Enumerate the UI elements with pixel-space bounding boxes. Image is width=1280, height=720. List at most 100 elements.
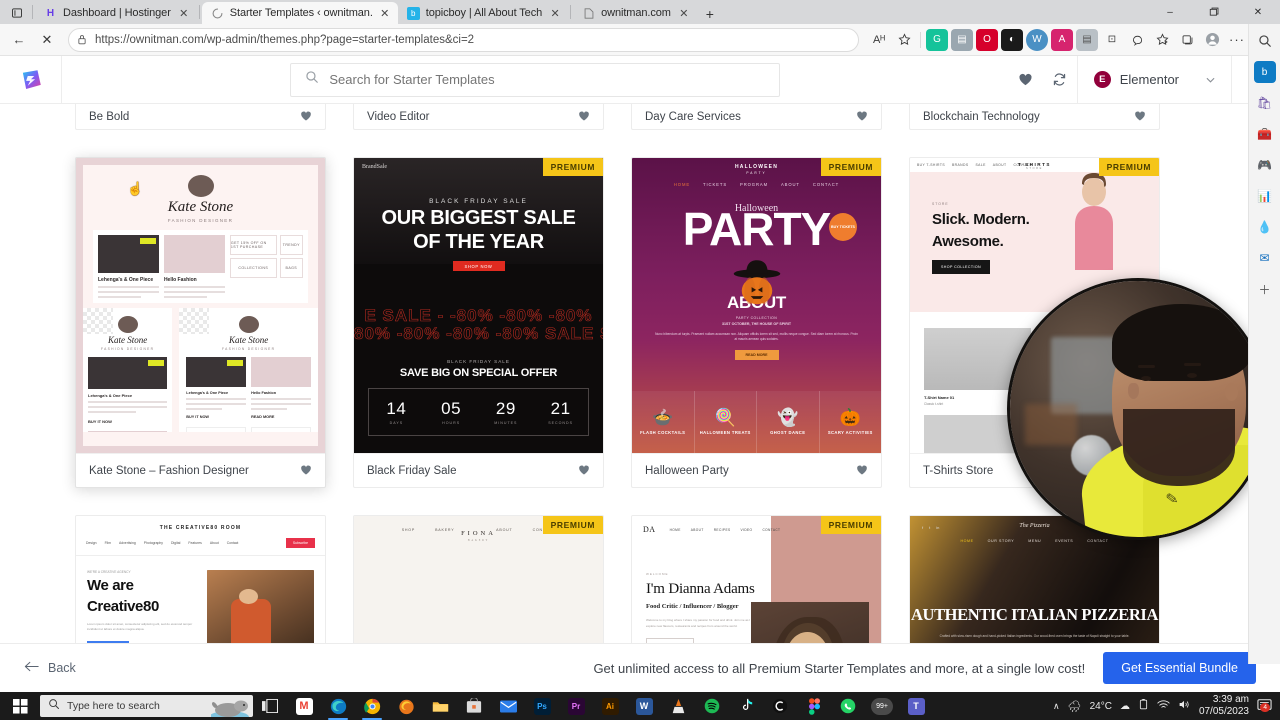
heart-icon[interactable] [578,464,590,478]
template-card-video-editor[interactable]: Video Editor [353,104,604,130]
page-builder-selector[interactable]: E Elementor [1078,56,1231,104]
tiktok-taskbar-icon[interactable] [729,692,763,720]
task-view-icon[interactable] [253,692,287,720]
edge-taskbar-icon[interactable] [321,692,355,720]
template-card-kate-stone[interactable]: Kate Stone FASHION DESIGNER Lehenga's & … [75,157,326,488]
browser-tab-2[interactable]: Starter Templates ‹ ownitman.co ✕ [201,2,398,24]
firefox-taskbar-icon[interactable] [389,692,423,720]
template-card-day-care-services[interactable]: Day Care Services [631,104,882,130]
browser-tab-4[interactable]: ownitman.com ✕ [573,2,697,24]
template-card-fiona[interactable]: PREMIUM FIONA BAKERY SHOP BAKERY | [353,515,604,643]
obs-taskbar-icon[interactable]: 99+ [865,692,899,720]
drop-icon[interactable]: 💧 [1254,216,1276,238]
template-thumbnail[interactable]: HALLOWEEN PARTY HOME TICKETS PROGRAM ABO… [632,158,881,453]
whatsapp-taskbar-icon[interactable] [831,692,865,720]
heart-icon[interactable] [300,110,312,124]
notifications-icon[interactable]: 4 [1257,698,1272,715]
read-aloud-icon[interactable]: Aᴴ [867,28,891,52]
search-box[interactable] [290,62,781,97]
search-icon[interactable] [1254,30,1276,52]
template-card-dianna-adams[interactable]: PREMIUM DA HOME ABOUT RECIPES VIDEO CONT… [631,515,882,643]
games-icon[interactable]: 🎮 [1254,154,1276,176]
site-info-icon[interactable] [77,34,87,45]
mail-taskbar-icon[interactable] [491,692,525,720]
heart-icon[interactable] [856,464,868,478]
chrome-taskbar-icon[interactable] [355,692,389,720]
rain-icon[interactable]: 🌧 [1068,700,1082,713]
heart-icon[interactable] [1134,110,1146,124]
heart-icon[interactable] [300,464,312,478]
favorites-filter-icon[interactable] [1009,56,1043,104]
template-thumbnail[interactable]: THE CREATIVE80 ROOM Design Film Advertis… [76,516,325,643]
template-thumbnail[interactable]: Kate Stone FASHION DESIGNER Lehenga's & … [76,158,325,453]
customize-icon[interactable]: ＋ [1254,278,1276,300]
browser-tab-1[interactable]: H Dashboard | Hostinger ✕ [35,2,197,24]
onedrive-icon[interactable]: ☁ [1120,701,1130,712]
minimize-button[interactable]: – [1148,0,1192,24]
wordpress-extension-icon[interactable]: W [1025,28,1049,52]
office-icon[interactable]: 📊 [1254,185,1276,207]
illustrator-taskbar-icon[interactable]: Ai [593,692,627,720]
grammarly-extension-icon[interactable]: G [925,28,949,52]
honey-extension-icon[interactable]: ◐ [1000,28,1024,52]
word-taskbar-icon[interactable]: W [627,692,661,720]
outlook-icon[interactable]: ✉ [1254,247,1276,269]
shopping-icon[interactable]: 🛍 [1254,92,1276,114]
stop-loading-button[interactable]: ✕ [34,27,60,53]
file-explorer-icon[interactable] [423,692,457,720]
back-button[interactable]: ← [6,27,32,53]
windows-start-icon[interactable] [0,692,40,720]
template-thumbnail[interactable]: DA HOME ABOUT RECIPES VIDEO CONTACT WELC… [632,516,881,643]
template-thumbnail[interactable]: BrandSale BLACK FRIDAY SALE OUR BIGGEST … [354,158,603,453]
teams-taskbar-icon[interactable]: T [899,692,933,720]
template-card-black-friday-sale[interactable]: PREMIUM BrandSale BLACK FRIDAY SALE OUR … [353,157,604,488]
figma-taskbar-icon[interactable] [797,692,831,720]
wifi-icon[interactable] [1157,699,1170,713]
photoshop-taskbar-icon[interactable]: Ps [525,692,559,720]
volume-icon[interactable] [1178,699,1191,713]
back-button[interactable]: Back [24,661,76,675]
tab-actions-icon[interactable] [4,2,30,24]
close-window-button[interactable]: ✕ [1236,0,1280,24]
profile-icon[interactable] [1200,28,1224,52]
reader-extension-icon[interactable]: ▤ [1075,28,1099,52]
weather-temp[interactable]: 24°C [1090,701,1112,712]
capcut-taskbar-icon[interactable] [763,692,797,720]
vlc-taskbar-icon[interactable] [661,692,695,720]
starter-templates-logo[interactable] [0,56,62,104]
taskbar-clock[interactable]: 3:39 am 07/05/2023 [1199,694,1249,719]
browser-tab-3[interactable]: b topicboy | All About Tech ✕ [398,2,568,24]
spotify-taskbar-icon[interactable] [695,692,729,720]
settings-more-icon[interactable]: ··· [1225,28,1249,52]
adblock-extension-icon[interactable]: A [1050,28,1074,52]
address-bar[interactable]: https://ownitman.com/wp-admin/themes.php… [68,27,859,52]
maximize-button[interactable] [1192,0,1236,24]
search-input[interactable] [329,72,766,87]
get-essential-bundle-button[interactable]: Get Essential Bundle [1103,652,1256,684]
template-thumbnail[interactable]: FIONA BAKERY SHOP BAKERY | ABOUT CONTACT [354,516,603,643]
template-card-halloween-party[interactable]: PREMIUM HALLOWEEN PARTY HOME TICKETS PRO… [631,157,882,488]
collections-icon[interactable] [1175,28,1199,52]
template-card-blockchain-technology[interactable]: Blockchain Technology [909,104,1160,130]
hidden-icons-chevron[interactable]: ∧ [1053,701,1060,712]
template-card-creative80[interactable]: THE CREATIVE80 ROOM Design Film Advertis… [75,515,326,643]
copilot-icon[interactable] [1125,28,1149,52]
close-icon[interactable]: ✕ [378,6,392,20]
close-icon[interactable]: ✕ [548,6,562,20]
sync-refresh-icon[interactable] [1043,56,1077,104]
opera-extension-icon[interactable]: O [975,28,999,52]
template-card-be-bold[interactable]: Be Bold [75,104,326,130]
heart-icon[interactable] [856,110,868,124]
close-icon[interactable]: ✕ [177,6,191,20]
new-tab-button[interactable]: + [699,4,721,24]
gmail-taskbar-icon[interactable]: M [287,692,321,720]
add-favorite-icon[interactable] [892,28,916,52]
favorites-icon[interactable] [1150,28,1174,52]
heart-icon[interactable] [578,110,590,124]
taskbar-search[interactable]: Type here to search [40,695,253,717]
store-taskbar-icon[interactable] [457,692,491,720]
split-screen-icon[interactable]: ⊡ [1100,28,1124,52]
discover-icon[interactable]: b [1253,61,1276,83]
close-icon[interactable]: ✕ [677,6,691,20]
premiere-taskbar-icon[interactable]: Pr [559,692,593,720]
